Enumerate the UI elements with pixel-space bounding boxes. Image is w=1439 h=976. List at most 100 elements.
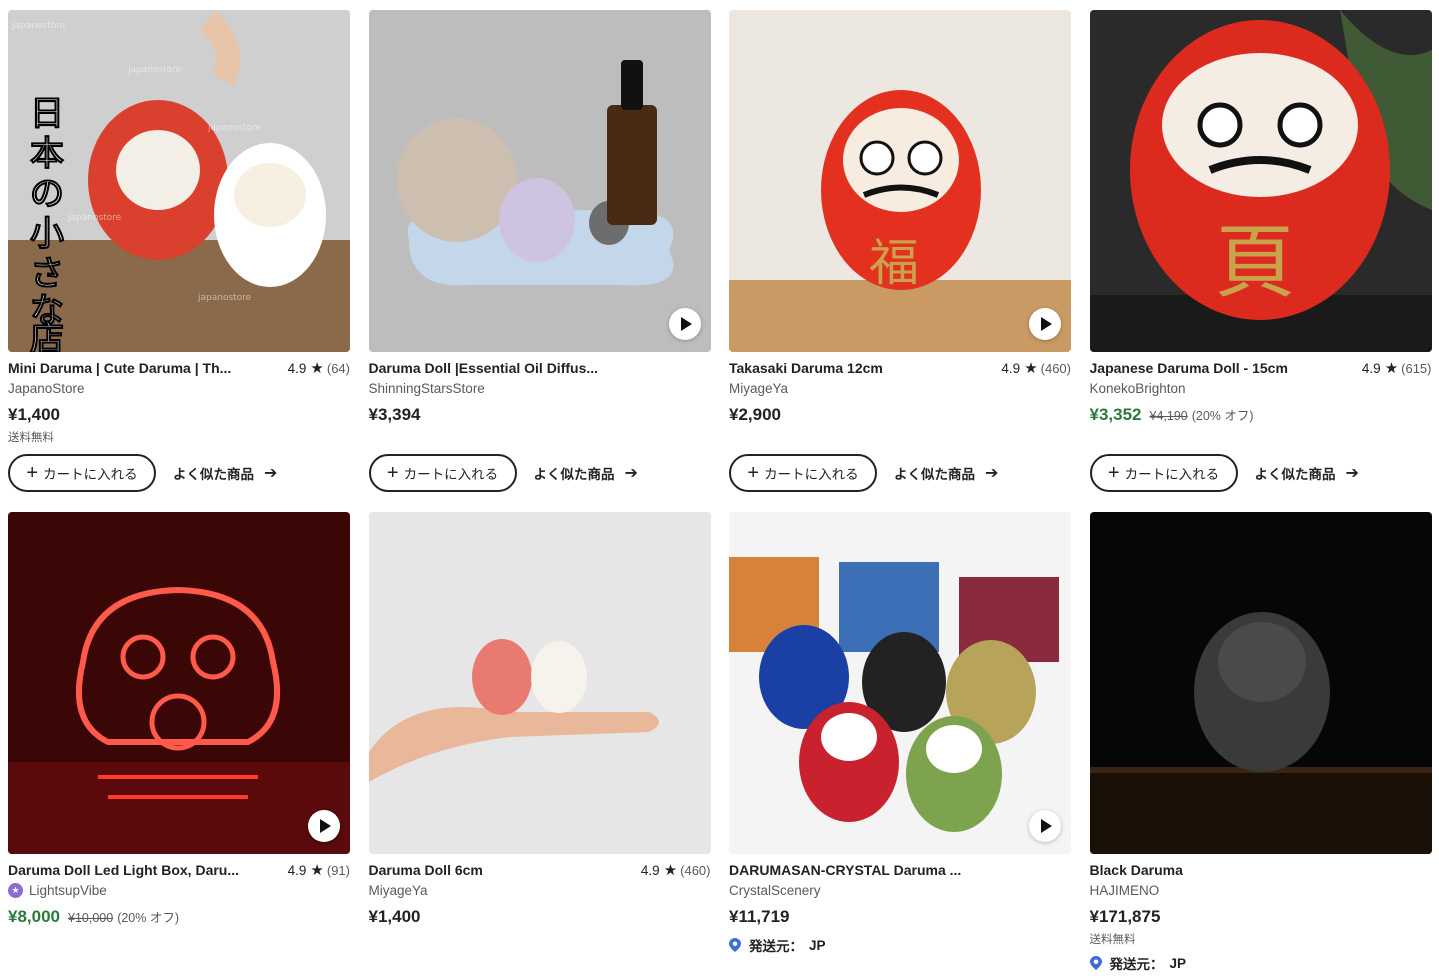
shop-name[interactable]: MiyageYa [369,881,711,899]
free-shipping-label: 送料無料 [1089,934,1136,946]
listing-image[interactable] [368,10,711,352]
review-count: (460) [680,862,711,878]
card-actions: + カートに入れる よく似た商品 ➔ [368,454,638,492]
price: ¥11,719 [729,907,790,926]
listing-card[interactable]: Daruma Doll Led Light Box, Daru... 4.9 ★… [8,512,350,976]
listing-image[interactable]: japanostore japanostore japanostore japa… [8,10,350,352]
listing-title[interactable]: Daruma Doll |Essential Oil Diffus... [369,360,599,376]
small-daruma-photo [368,512,711,854]
add-to-cart-button[interactable]: + カートに入れる [729,454,877,492]
arrow-right-icon: ➔ [985,465,999,482]
listing-title[interactable]: Daruma Doll 6cm [369,862,483,878]
listing-image[interactable]: 頁 [1089,10,1432,352]
play-video-button[interactable] [1029,810,1061,842]
plus-icon: + [1107,462,1120,484]
watermark-text: japanostore [207,123,262,133]
star-icon: ★ [1024,360,1038,377]
price: ¥3,394 [368,405,421,424]
crystal-daruma-photo [729,512,1071,854]
listing-title[interactable]: Daruma Doll Led Light Box, Daru... [8,862,239,878]
overlay-text-char: さ [30,254,64,294]
similar-items-link[interactable]: よく似た商品 ➔ [173,463,277,483]
star-icon: ★ [663,862,678,879]
ships-from-label: 発送元： [1109,957,1164,972]
original-price: ¥10,000 [68,911,114,925]
add-to-cart-label: カートに入れる [43,467,138,482]
ships-from: 発送元： JP [729,935,1071,955]
rating: 4.9 ★ (615) [1362,359,1432,377]
add-to-cart-button[interactable]: + カートに入れる [8,454,156,492]
original-price: ¥4,190 [1149,409,1188,423]
shop-row[interactable]: ★ LightsupVibe [8,881,350,899]
listing-image[interactable] [729,512,1071,854]
listing-image[interactable] [368,512,711,854]
japanese-daruma-photo: 頁 [1089,10,1432,352]
listing-card[interactable]: Daruma Doll |Essential Oil Diffus... Shi… [368,10,711,512]
similar-items-link[interactable]: よく似た商品 ➔ [894,463,998,483]
listing-card[interactable]: DARUMASAN-CRYSTAL Daruma ... CrystalScen… [729,512,1071,976]
review-count: (615) [1401,360,1432,376]
takasaki-daruma-photo: 福 [729,10,1071,352]
card-actions: + カートに入れる よく似た商品 ➔ [729,454,998,492]
free-shipping-label: 送料無料 [8,432,54,444]
arrow-right-icon: ➔ [624,465,638,482]
arrow-right-icon: ➔ [264,465,278,482]
price: ¥1,400 [368,907,421,926]
shop-name[interactable]: MiyageYa [729,379,1071,397]
shop-name[interactable]: CrystalScenery [729,881,1071,899]
shop-name[interactable]: HAJIMENO [1090,881,1432,899]
shop-name[interactable]: KonekoBrighton [1090,379,1432,397]
listing-card[interactable]: Daruma Doll 6cm 4.9 ★ (460) MiyageYa ¥1,… [368,512,711,976]
listing-title[interactable]: DARUMASAN-CRYSTAL Daruma ... [729,862,961,878]
rating-score: 4.9 [1001,360,1021,376]
listing-image[interactable] [8,512,350,854]
play-video-button[interactable] [668,308,701,340]
ships-from: 発送元： JP [1089,953,1432,973]
play-icon [1041,317,1052,331]
listing-card[interactable]: japanostore japanostore japanostore japa… [8,10,350,512]
play-icon [680,317,692,331]
rating-score: 4.9 [287,360,307,376]
listing-title[interactable]: Mini Daruma | Cute Daruma | Th... [8,360,231,376]
listing-image[interactable] [1089,512,1432,854]
similar-items-label: よく似た商品 [894,467,975,482]
play-video-button[interactable] [1029,308,1061,340]
led-daruma-photo [8,512,350,854]
rating: 4.9 ★ (91) [288,861,350,879]
listing-card[interactable]: 頁 Japanese Daruma Doll - 15cm 4.9 ★ (615… [1089,10,1432,512]
listing-card[interactable]: 福 Takasaki Daruma 12cm 4.9 ★ (460) Miyag… [729,10,1071,512]
star-seller-badge-icon: ★ [8,882,23,898]
price: ¥171,875 [1089,907,1161,926]
ships-from-country: JP [809,937,826,953]
card-actions: + カートに入れる よく似た商品 ➔ [8,454,277,492]
overlay-text-char: 日 [30,94,64,134]
listing-title[interactable]: Takasaki Daruma 12cm [729,360,883,376]
location-pin-icon [1089,956,1102,970]
sale-price: ¥3,352 [1089,405,1142,424]
overlay-text-char: 店 [30,319,64,352]
add-to-cart-button[interactable]: + カートに入れる [368,454,517,492]
similar-items-label: よく似た商品 [533,467,615,482]
similar-items-label: よく似た商品 [173,467,254,482]
ships-from-label: 発送元： [749,939,803,954]
review-count: (64) [326,360,350,376]
listing-title[interactable]: Japanese Daruma Doll - 15cm [1090,360,1288,376]
star-icon: ★ [310,862,324,879]
watermark-text: japanostore [197,293,252,303]
listing-image[interactable]: 福 [729,10,1071,352]
shop-name[interactable]: JapanoStore [8,379,350,397]
listing-grid: japanostore japanostore japanostore japa… [8,10,1432,976]
similar-items-label: よく似た商品 [1254,467,1336,482]
watermark-text: japanostore [67,213,122,223]
similar-items-link[interactable]: よく似た商品 ➔ [534,463,638,483]
shop-name[interactable]: ShinningStarsStore [369,379,711,397]
shop-name[interactable]: LightsupVibe [29,883,107,898]
mini-daruma-photo: japanostore japanostore japanostore japa… [8,10,350,352]
add-to-cart-button[interactable]: + カートに入れる [1089,454,1238,492]
listing-card[interactable]: Black Daruma HAJIMENO ¥171,875 送料無料 発送元：… [1089,512,1432,976]
play-video-button[interactable] [308,810,340,842]
similar-items-link[interactable]: よく似た商品 ➔ [1255,463,1359,483]
discount-label: (20% オフ) [1191,409,1254,423]
rating: 4.9 ★ (460) [641,861,711,879]
listing-title[interactable]: Black Daruma [1090,862,1183,878]
